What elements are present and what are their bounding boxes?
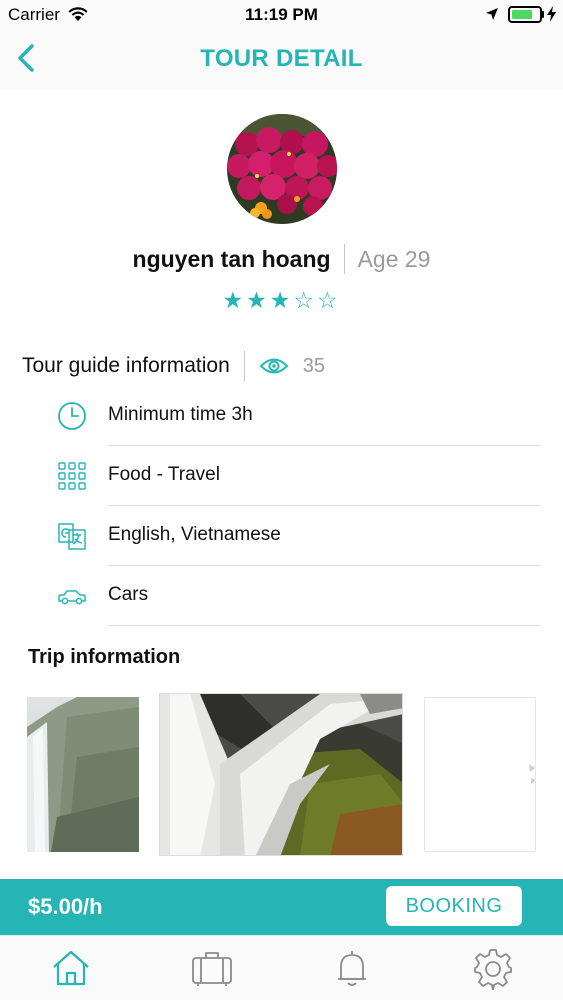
- section-title: Tour guide information: [22, 354, 230, 377]
- car-icon: [58, 590, 86, 605]
- view-count: 35: [302, 354, 326, 377]
- star-empty-icon: ☆: [316, 287, 341, 313]
- info-row-category: Food - Travel: [0, 446, 563, 506]
- star-filled-icon: ★: [246, 287, 270, 313]
- star-filled-icon: ★: [222, 287, 247, 313]
- divider: [243, 351, 245, 381]
- guide-age: Age 29: [357, 245, 431, 272]
- guide-name: nguyen tan hoang: [132, 245, 331, 272]
- info-label: English, Vietnamese: [108, 524, 281, 545]
- gear-icon: [474, 949, 512, 991]
- waterfall-image: [160, 694, 402, 855]
- booking-button[interactable]: BOOKING: [386, 886, 522, 926]
- battery-icon: [508, 6, 542, 23]
- translate-icon: [58, 523, 86, 550]
- tab-home[interactable]: [49, 946, 93, 990]
- info-row-languages: English, Vietnamese: [0, 506, 563, 566]
- home-icon: [53, 950, 89, 986]
- avatar: [227, 114, 337, 224]
- battery-tip: [542, 11, 544, 18]
- suitcase-icon: [192, 952, 232, 986]
- clock-icon: [58, 402, 86, 430]
- info-row-transport: Cars: [0, 566, 563, 626]
- price-label: $5.00/h: [28, 894, 103, 919]
- tab-trips[interactable]: [190, 946, 234, 990]
- info-row-duration: Minimum time 3h: [0, 386, 563, 446]
- tab-settings[interactable]: [471, 946, 515, 991]
- trip-info-title: Trip information: [28, 646, 181, 668]
- info-label: Minimum time 3h: [108, 404, 253, 425]
- trip-photo[interactable]: [159, 693, 403, 856]
- bell-icon: [338, 951, 366, 986]
- charging-bolt-icon: [547, 6, 556, 22]
- navigation-bar: TOUR DETAIL: [0, 30, 563, 90]
- divider: [108, 625, 541, 626]
- star-filled-icon: ★: [269, 287, 294, 313]
- booking-bar: $5.00/h BOOKING: [0, 879, 563, 935]
- location-arrow-icon: [486, 8, 498, 20]
- trip-photo[interactable]: [27, 697, 139, 852]
- tab-notifications[interactable]: [330, 946, 374, 990]
- status-bar: Carrier 11:19 PM: [0, 0, 563, 30]
- rating-stars: ★★★☆☆: [0, 287, 563, 314]
- divider: [343, 244, 345, 274]
- waterfall-image: [27, 697, 139, 852]
- trip-photo[interactable]: [424, 697, 536, 852]
- avatar-flower-image: [227, 114, 337, 224]
- clock-time: 11:19 PM: [245, 5, 318, 24]
- profile-name-row: nguyen tan hoang Age 29: [0, 243, 563, 275]
- photo-placeholder: [529, 764, 535, 784]
- info-label: Cars: [108, 584, 149, 605]
- tab-bar: [0, 935, 563, 1000]
- star-empty-icon: ☆: [293, 287, 317, 313]
- guide-info-header: Tour guide information 35: [22, 350, 325, 382]
- grid-icon: [58, 462, 86, 490]
- page-title: TOUR DETAIL: [200, 45, 363, 72]
- info-label: Food - Travel: [108, 464, 220, 485]
- eye-icon: [259, 358, 289, 374]
